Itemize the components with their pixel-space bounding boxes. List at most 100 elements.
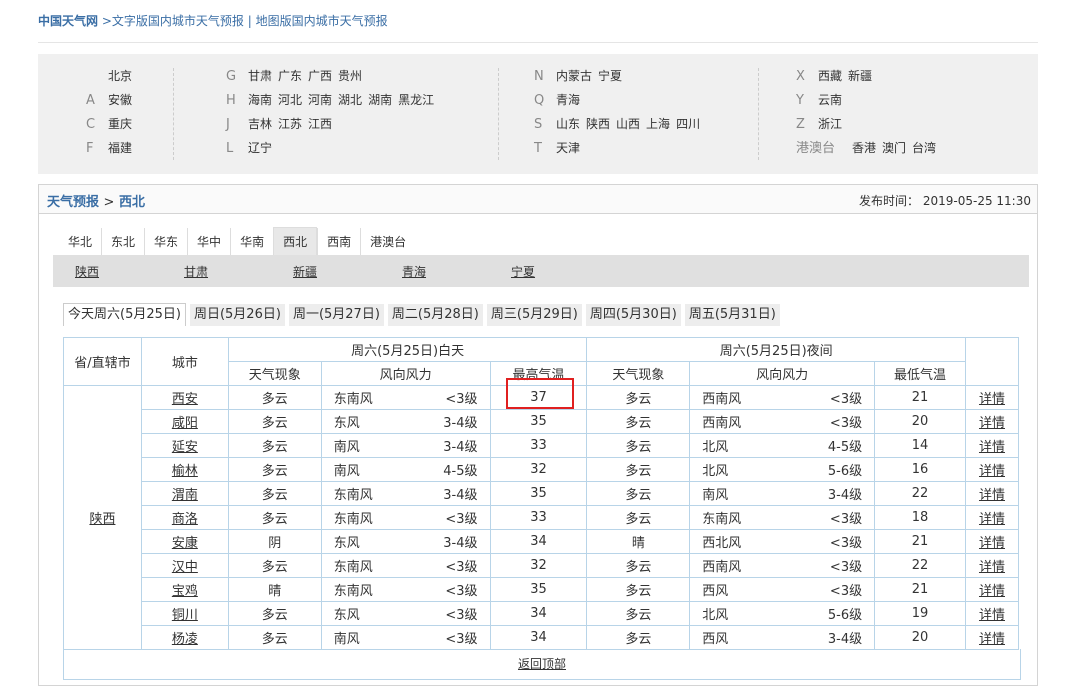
day-tab[interactable]: 周四(5月30日) <box>585 304 681 326</box>
province-link[interactable]: 福建 <box>108 141 132 155</box>
province-link[interactable]: 青海 <box>556 93 580 107</box>
province-link[interactable]: 天津 <box>556 141 580 155</box>
area-tab[interactable]: 港澳台 <box>360 228 415 256</box>
province-link[interactable]: 宁夏 <box>598 69 622 83</box>
text-version-link[interactable]: >文字版国内城市天气预报 <box>102 14 244 28</box>
province-link[interactable]: 辽宁 <box>248 141 272 155</box>
region-letter[interactable]: S <box>534 115 556 135</box>
province-link[interactable]: 广东 <box>278 69 302 83</box>
province-link[interactable]: 北京 <box>108 69 132 83</box>
province-link[interactable]: 云南 <box>818 93 842 107</box>
city-link[interactable]: 咸阳 <box>172 416 198 431</box>
province-link[interactable]: 新疆 <box>848 69 872 83</box>
day-tab[interactable]: 今天周六(5月25日) <box>63 303 186 326</box>
region-letter[interactable]: F <box>86 139 108 159</box>
province-link[interactable]: 甘肃 <box>248 69 272 83</box>
province-link[interactable]: 台湾 <box>912 141 936 155</box>
detail-link[interactable]: 详情 <box>979 560 1005 575</box>
city-link[interactable]: 延安 <box>172 440 198 455</box>
province-tab[interactable]: 宁夏 <box>511 263 535 280</box>
city-link[interactable]: 安康 <box>172 536 198 551</box>
city-link[interactable]: 杨凌 <box>172 632 198 647</box>
city-link[interactable]: 西安 <box>172 392 198 407</box>
province-link[interactable]: 内蒙古 <box>556 69 592 83</box>
province-link[interactable]: 江西 <box>308 117 332 131</box>
province-name[interactable]: 陕西 <box>89 512 115 527</box>
region-letter[interactable]: A <box>86 91 108 111</box>
province-link[interactable]: 河北 <box>278 93 302 107</box>
province-tab[interactable]: 新疆 <box>293 263 317 280</box>
province-link[interactable]: 江苏 <box>278 117 302 131</box>
city-link[interactable]: 榆林 <box>172 464 198 479</box>
province-link[interactable]: 安徽 <box>108 93 132 107</box>
detail-link[interactable]: 详情 <box>979 608 1005 623</box>
region-letter[interactable]: Q <box>534 91 556 111</box>
province-link[interactable]: 黑龙江 <box>398 93 434 107</box>
detail-link[interactable]: 详情 <box>979 392 1005 407</box>
detail-cell: 详情 <box>964 409 1020 434</box>
night-wind: 5-6级 北风 <box>689 601 876 626</box>
province-tab[interactable]: 陕西 <box>75 263 99 280</box>
province-link[interactable]: 山东 <box>556 117 580 131</box>
province-link[interactable]: 山西 <box>616 117 640 131</box>
province-link[interactable]: 湖南 <box>368 93 392 107</box>
region-letter[interactable]: N <box>534 67 556 87</box>
area-tab[interactable]: 华南 <box>230 228 273 256</box>
crumb-home[interactable]: 天气预报 <box>47 195 99 210</box>
detail-link[interactable]: 详情 <box>979 512 1005 527</box>
region-letter[interactable]: 港澳台 <box>796 139 852 159</box>
province-link[interactable]: 贵州 <box>338 69 362 83</box>
map-version-link[interactable]: 地图版国内城市天气预报 <box>256 14 388 28</box>
day-tab[interactable]: 周日(5月26日) <box>189 304 285 326</box>
city-link[interactable]: 铜川 <box>172 608 198 623</box>
area-tab[interactable]: 西南 <box>317 228 360 256</box>
province-link[interactable]: 西藏 <box>818 69 842 83</box>
day-tab[interactable]: 周三(5月29日) <box>486 304 582 326</box>
region-letter[interactable]: X <box>796 67 818 87</box>
city-link[interactable]: 汉中 <box>172 560 198 575</box>
detail-link[interactable]: 详情 <box>979 536 1005 551</box>
city-link[interactable]: 商洛 <box>172 512 198 527</box>
day-tab[interactable]: 周一(5月27日) <box>288 304 384 326</box>
province-link[interactable]: 重庆 <box>108 117 132 131</box>
province-link[interactable]: 陕西 <box>586 117 610 131</box>
city-link[interactable]: 渭南 <box>172 488 198 503</box>
province-link[interactable]: 河南 <box>308 93 332 107</box>
province-link[interactable]: 香港 <box>852 141 876 155</box>
region-letter[interactable]: H <box>226 91 248 111</box>
area-tab[interactable]: 西北 <box>273 227 318 256</box>
area-tab[interactable]: 华中 <box>187 228 230 256</box>
province-link[interactable]: 浙江 <box>818 117 842 131</box>
province-link[interactable]: 吉林 <box>248 117 272 131</box>
detail-link[interactable]: 详情 <box>979 440 1005 455</box>
province-link[interactable]: 四川 <box>676 117 700 131</box>
area-tab[interactable]: 华北 <box>59 228 101 256</box>
region-letter[interactable]: C <box>86 115 108 135</box>
site-logo-link[interactable]: 中国天气网 <box>38 14 98 28</box>
province-link[interactable]: 湖北 <box>338 93 362 107</box>
province-tab[interactable]: 甘肃 <box>184 263 208 280</box>
province-link[interactable]: 广西 <box>308 69 332 83</box>
region-letter[interactable]: T <box>534 139 556 159</box>
city-link[interactable]: 宝鸡 <box>172 584 198 599</box>
province-tab[interactable]: 青海 <box>402 263 426 280</box>
detail-link[interactable]: 详情 <box>979 584 1005 599</box>
region-letter[interactable]: L <box>226 139 248 159</box>
detail-link[interactable]: 详情 <box>979 632 1005 647</box>
region-letter[interactable]: G <box>226 67 248 87</box>
day-tab[interactable]: 周五(5月31日) <box>684 304 780 326</box>
back-to-top-link[interactable]: 返回顶部 <box>518 657 566 671</box>
region-letter[interactable]: Y <box>796 91 818 111</box>
detail-link[interactable]: 详情 <box>979 416 1005 431</box>
province-link[interactable]: 上海 <box>646 117 670 131</box>
wind-level: 3-4级 <box>443 416 478 431</box>
area-tab[interactable]: 华东 <box>144 228 187 256</box>
province-link[interactable]: 澳门 <box>882 141 906 155</box>
detail-link[interactable]: 详情 <box>979 464 1005 479</box>
day-tab[interactable]: 周二(5月28日) <box>387 304 483 326</box>
area-tab[interactable]: 东北 <box>101 228 144 256</box>
province-link[interactable]: 海南 <box>248 93 272 107</box>
region-letter[interactable]: J <box>226 115 248 135</box>
region-letter[interactable]: Z <box>796 115 818 135</box>
detail-link[interactable]: 详情 <box>979 488 1005 503</box>
